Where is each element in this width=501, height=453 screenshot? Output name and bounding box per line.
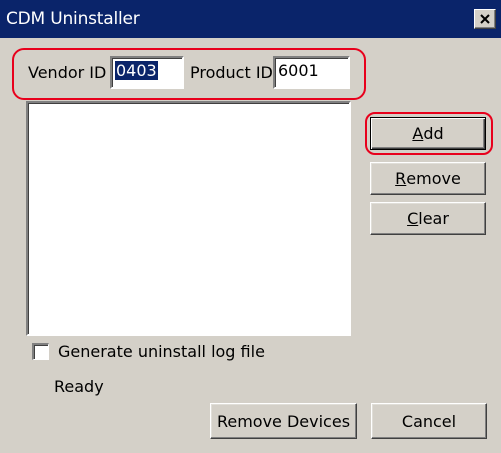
title-bar: CDM Uninstaller bbox=[0, 0, 501, 38]
clear-button-mnemonic: C bbox=[407, 209, 419, 228]
remove-devices-button[interactable]: Remove Devices bbox=[210, 403, 357, 439]
close-button[interactable] bbox=[474, 9, 496, 29]
remove-button-mnemonic: R bbox=[395, 169, 407, 188]
remove-button-label: emove bbox=[406, 169, 461, 188]
status-text: Ready bbox=[54, 377, 104, 396]
log-file-checkbox[interactable] bbox=[32, 343, 49, 360]
cancel-button[interactable]: Cancel bbox=[371, 403, 487, 439]
window-title: CDM Uninstaller bbox=[6, 9, 140, 29]
vendor-id-label: Vendor ID bbox=[28, 63, 107, 82]
product-id-value: 6001 bbox=[278, 61, 319, 80]
close-icon bbox=[480, 14, 490, 24]
add-button-mnemonic: A bbox=[412, 124, 424, 143]
add-button[interactable]: Add bbox=[370, 117, 486, 150]
product-id-input[interactable]: 6001 bbox=[273, 56, 350, 89]
vendor-id-value: 0403 bbox=[115, 61, 158, 80]
vendor-id-input[interactable]: 0403 bbox=[110, 56, 184, 89]
log-file-checkbox-label[interactable]: Generate uninstall log file bbox=[58, 342, 265, 361]
device-list[interactable] bbox=[26, 101, 351, 336]
add-button-label: dd bbox=[423, 124, 444, 143]
product-id-label: Product ID bbox=[190, 63, 273, 82]
remove-button[interactable]: Remove bbox=[370, 162, 486, 195]
clear-button-label: lear bbox=[418, 209, 449, 228]
clear-button[interactable]: Clear bbox=[370, 202, 486, 235]
cdm-uninstaller-window: CDM Uninstaller Vendor ID 0403 Product I… bbox=[0, 0, 501, 453]
